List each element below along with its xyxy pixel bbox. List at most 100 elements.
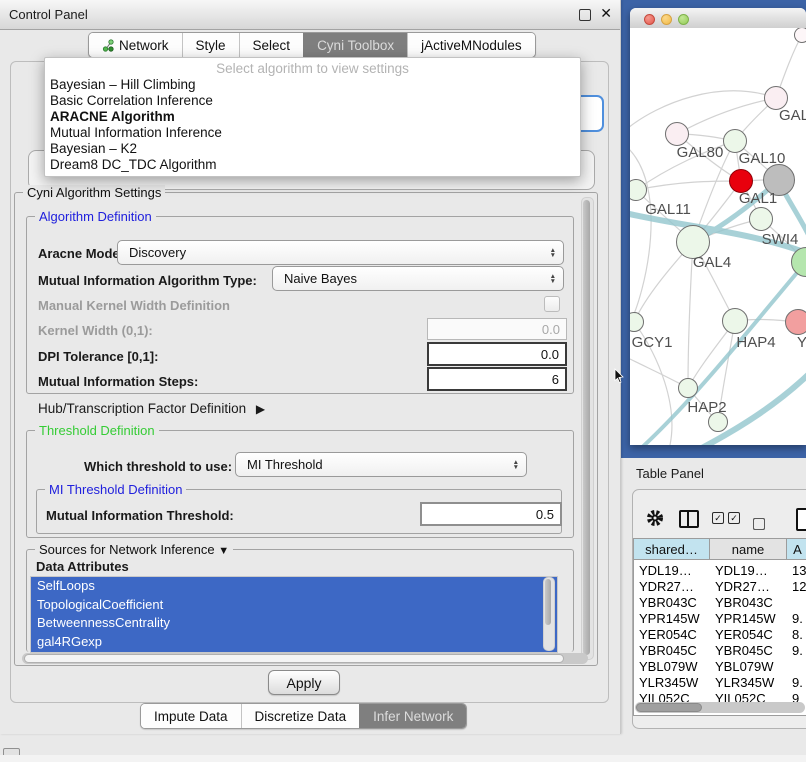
hub-definition-toggle[interactable]: Hub/Transcription Factor Definition ▶ [38, 401, 259, 416]
node-label-gal1: GAL1 [739, 190, 777, 207]
dropdown-item-selected[interactable]: ARACNE Algorithm [45, 109, 580, 125]
data-attributes-list[interactable]: SelfLoops TopologicalCoefficient Between… [30, 576, 558, 653]
column-header-shared-name[interactable]: shared… [634, 539, 710, 560]
network-node[interactable] [794, 28, 806, 43]
manual-kernel-width-label: Manual Kernel Width Definition [38, 298, 230, 313]
dropdown-item[interactable]: Mutual Information Inference [45, 125, 580, 141]
apply-button[interactable]: Apply [268, 670, 340, 695]
cell[interactable]: 9. [787, 675, 806, 691]
table-horizontal-scrollbar[interactable] [635, 702, 805, 713]
columns-icon[interactable] [679, 510, 699, 528]
cell[interactable]: YLR345W [634, 675, 710, 691]
cell[interactable]: YBR043C [710, 595, 787, 611]
dropdown-prompt: Select algorithm to view settings [45, 60, 580, 77]
tab-infer-network[interactable]: Infer Network [359, 704, 466, 728]
cell[interactable] [787, 595, 806, 611]
dropdown-item[interactable]: Bayesian – K2 [45, 141, 580, 157]
node-table[interactable]: shared… name A YDL19… YDL19… 13 YDR27… Y… [633, 538, 806, 716]
mi-steps-input[interactable]: 6 [427, 367, 567, 391]
attribute-item-selected[interactable]: BetweennessCentrality [31, 614, 557, 633]
cell[interactable]: 13 [787, 563, 806, 579]
sources-legend-label: Sources for Network Inference [39, 542, 215, 557]
aracne-mode-label: Aracne Mode: [38, 246, 124, 261]
cell[interactable]: YBR045C [710, 643, 787, 659]
which-threshold-select[interactable]: MI Threshold ▲▼ [235, 452, 527, 477]
tab-jactivemnodules[interactable]: jActiveMNodules [407, 33, 535, 57]
aracne-mode-select[interactable]: Discovery ▲▼ [117, 240, 564, 265]
cell[interactable]: 9. [787, 643, 806, 659]
mi-steps-label: Mutual Information Steps: [38, 374, 198, 389]
cell[interactable]: YPR145W [710, 611, 787, 627]
cell[interactable]: YBR043C [634, 595, 710, 611]
select-all-checks-icon[interactable]: ✓ ✓ [712, 512, 740, 524]
column-header-partial[interactable]: A [787, 539, 806, 560]
scrollbar-thumb[interactable] [583, 200, 590, 655]
network-node-swi4[interactable] [749, 207, 773, 231]
cell[interactable]: YER054C [634, 627, 710, 643]
network-view-window: GAL7 GAL80 GAL10 GAL1 GAL11 SWI4 GAL4 GC… [630, 8, 806, 445]
scrollbar-thumb[interactable] [24, 654, 564, 663]
scrollbar-thumb[interactable] [545, 579, 551, 625]
tab-select[interactable]: Select [239, 33, 304, 57]
network-node-salmon[interactable] [785, 309, 806, 335]
document-icon[interactable] [796, 508, 806, 531]
cell[interactable]: 9. [787, 611, 806, 627]
dropdown-item[interactable]: Bayesian – Hill Climbing [45, 77, 580, 93]
aracne-mode-value: Discovery [129, 245, 186, 260]
attributes-vertical-scrollbar[interactable] [543, 577, 555, 651]
close-panel-icon[interactable]: ✕ [600, 5, 612, 22]
manual-kernel-width-checkbox[interactable] [544, 296, 560, 312]
dpi-tolerance-input[interactable]: 0.0 [427, 342, 567, 366]
tab-cyni-toolbox[interactable]: Cyni Toolbox [303, 33, 407, 57]
tab-style[interactable]: Style [182, 33, 239, 57]
settings-horizontal-scrollbar[interactable] [22, 653, 588, 664]
dropdown-item[interactable]: Dream8 DC_TDC Algorithm [45, 157, 580, 173]
network-node-hap4[interactable] [722, 308, 748, 334]
kernel-width-input[interactable]: 0.0 [427, 318, 567, 340]
close-traffic-light-icon[interactable] [644, 14, 655, 25]
tab-network[interactable]: Network [89, 33, 182, 57]
cell[interactable] [787, 659, 806, 675]
which-threshold-label: Which threshold to use: [84, 459, 232, 474]
float-window-icon[interactable] [579, 9, 591, 21]
network-window-titlebar[interactable] [630, 8, 806, 29]
mi-algorithm-type-select[interactable]: Naive Bayes ▲▼ [272, 266, 564, 291]
attribute-item-selected[interactable]: SelfLoops [31, 577, 557, 596]
dropdown-item[interactable]: Basic Correlation Inference [45, 93, 580, 109]
mi-threshold-input[interactable]: 0.5 [420, 502, 562, 526]
which-threshold-value: MI Threshold [247, 457, 323, 472]
cell[interactable]: YER054C [710, 627, 787, 643]
network-canvas[interactable]: GAL7 GAL80 GAL10 GAL1 GAL11 SWI4 GAL4 GC… [630, 28, 806, 445]
cell[interactable]: 12 [787, 579, 806, 595]
node-label-y: Y [797, 334, 806, 351]
tab-jactivemnodules-label: jActiveMNodules [421, 38, 522, 53]
zoom-traffic-light-icon[interactable] [678, 14, 689, 25]
attribute-item-selected[interactable]: gal4RGexp [31, 633, 557, 652]
cell[interactable]: YBL079W [634, 659, 710, 675]
gear-icon[interactable] [646, 509, 664, 527]
cell[interactable]: YDL19… [634, 563, 710, 579]
tab-discretize-data[interactable]: Discretize Data [241, 704, 360, 728]
network-node-hap2[interactable] [678, 378, 698, 398]
column-header-name[interactable]: name [710, 539, 787, 560]
tab-network-label: Network [119, 38, 169, 53]
collapsed-arrow-icon: ▶ [256, 402, 265, 416]
attribute-item-selected[interactable]: TopologicalCoefficient [31, 596, 557, 615]
cell[interactable]: YBL079W [710, 659, 787, 675]
node-label-gal80: GAL80 [677, 144, 724, 161]
cell[interactable]: 8. [787, 627, 806, 643]
cell[interactable]: YLR345W [710, 675, 787, 691]
minimize-traffic-light-icon[interactable] [661, 14, 672, 25]
scrollbar-thumb[interactable] [636, 703, 702, 712]
network-node-gal80[interactable] [665, 122, 689, 146]
cell[interactable]: YPR145W [634, 611, 710, 627]
control-panel-titlebar[interactable]: Control Panel ✕ [0, 0, 620, 30]
settings-vertical-scrollbar[interactable] [581, 197, 594, 660]
tab-impute-data[interactable]: Impute Data [141, 704, 241, 728]
cell[interactable]: YBR045C [634, 643, 710, 659]
sources-legend[interactable]: Sources for Network Inference ▼ [35, 542, 233, 557]
cell[interactable]: YDR27… [710, 579, 787, 595]
cell[interactable]: YDR27… [634, 579, 710, 595]
cell[interactable]: YDL19… [710, 563, 787, 579]
combo-stepper-icon: ▲▼ [513, 460, 519, 470]
